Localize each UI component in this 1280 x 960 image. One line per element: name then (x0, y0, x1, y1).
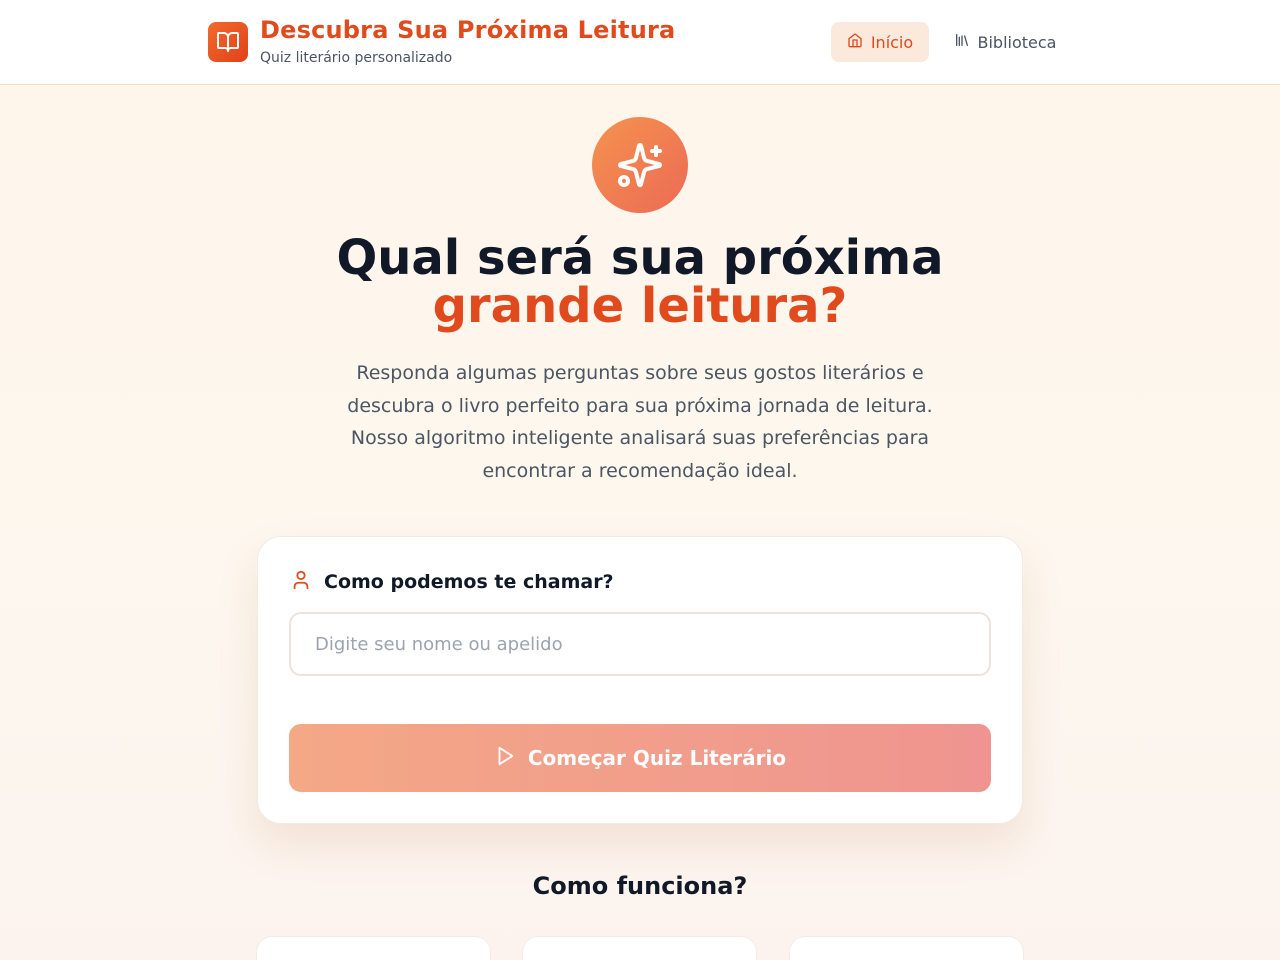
play-icon (494, 745, 516, 772)
name-field-label-text: Como podemos te chamar? (324, 571, 614, 593)
app-title: Descubra Sua Próxima Leitura (260, 16, 676, 44)
name-input[interactable] (289, 612, 991, 676)
nav-library-label: Biblioteca (977, 32, 1057, 52)
how-it-works-title: Como funciona? (532, 872, 748, 900)
sparkles-icon (592, 117, 688, 213)
start-quiz-button-label: Começar Quiz Literário (527, 746, 787, 770)
user-icon (290, 569, 312, 596)
nav-home-link[interactable]: Início (831, 22, 929, 62)
name-field-label: Como podemos te chamar? (290, 568, 614, 596)
hero-headline-accent: grande leitura? (432, 278, 848, 334)
home-icon (847, 32, 863, 52)
nav-home-label: Início (870, 32, 914, 52)
step-card (522, 936, 757, 960)
start-quiz-button[interactable]: Começar Quiz Literário (289, 724, 991, 792)
app-header: Descubra Sua Próxima Leitura Quiz literá… (0, 0, 1280, 85)
app-subtitle: Quiz literário personalizado (260, 50, 453, 66)
hero-headline: Qual será sua próxima grande leitura? (240, 234, 1040, 330)
nav-library-link[interactable]: Biblioteca (945, 22, 1065, 62)
hero-description: Responda algumas perguntas sobre seus go… (347, 362, 933, 482)
step-card (789, 936, 1024, 960)
step-card (256, 936, 491, 960)
book-open-icon (208, 22, 248, 62)
library-icon (954, 32, 970, 52)
